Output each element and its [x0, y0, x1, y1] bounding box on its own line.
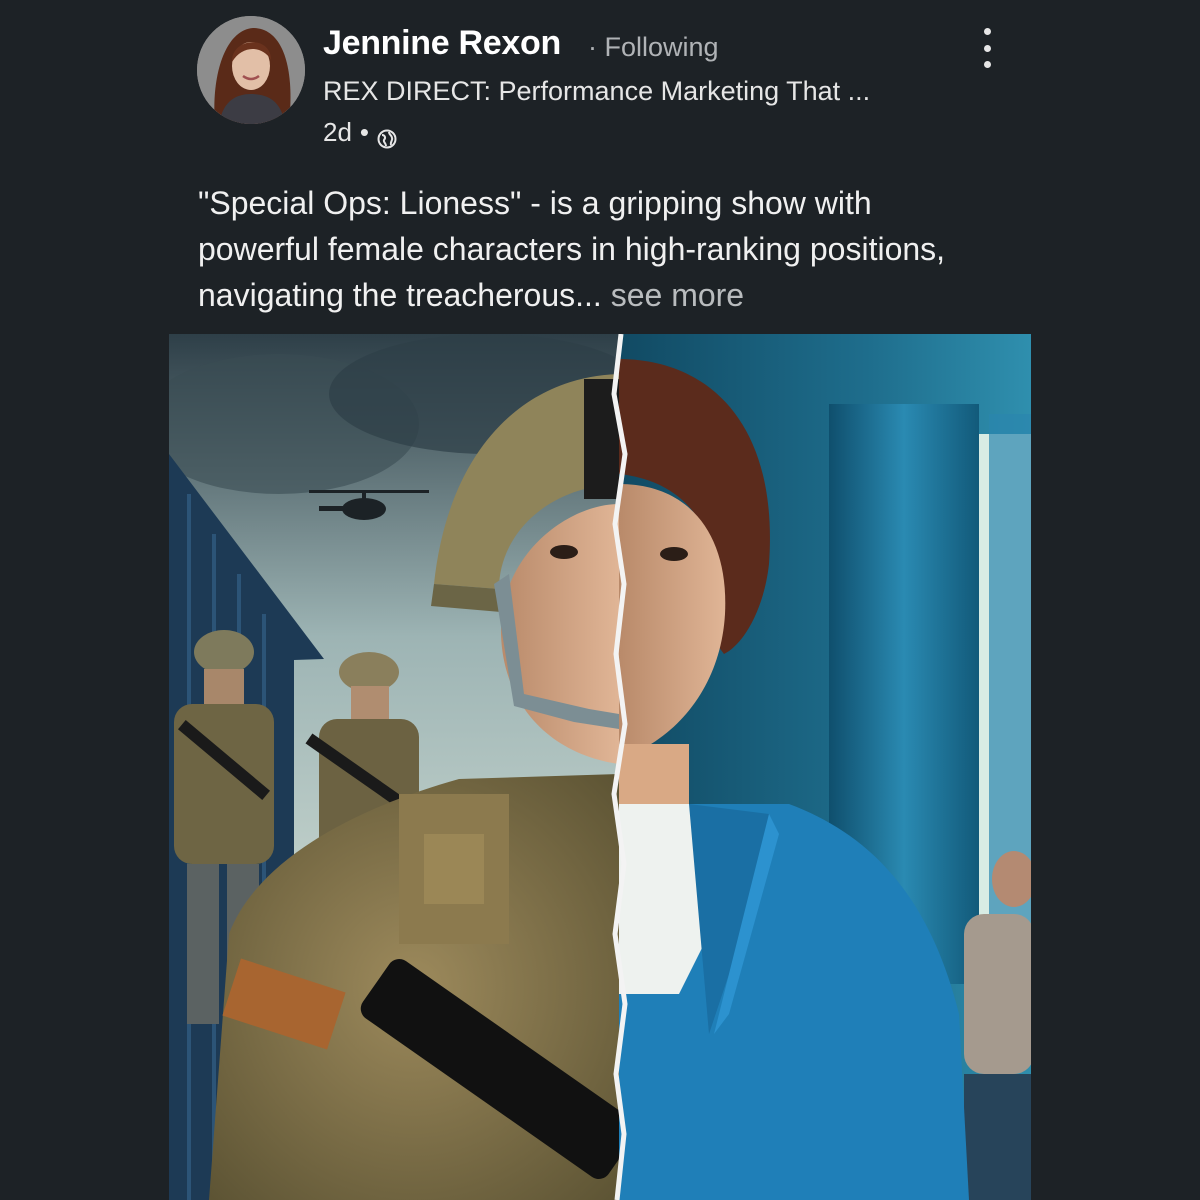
author-avatar[interactable] — [197, 16, 305, 124]
globe-icon — [377, 125, 397, 148]
meta-separator: • — [359, 117, 370, 147]
see-more-link[interactable]: see more — [611, 277, 744, 313]
menu-dot — [983, 44, 991, 52]
follow-status-label: Following — [604, 32, 719, 62]
post-body: "Special Ops: Lioness" - is a gripping s… — [198, 185, 946, 313]
post-image[interactable] — [169, 334, 1031, 1200]
more-vertical-icon[interactable] — [970, 26, 1004, 70]
author-headline: REX DIRECT: Performance Marketing That .… — [323, 76, 871, 106]
post-timestamp: 2d — [323, 117, 352, 147]
menu-dot — [983, 28, 991, 35]
post-meta: 2d • — [323, 117, 397, 148]
author-name[interactable]: Jennine Rexon — [323, 24, 561, 63]
post-text: "Special Ops: Lioness" - is a gripping s… — [198, 180, 978, 318]
feed-post: Jennine Rexon · Following REX DIRECT: Pe… — [0, 0, 1200, 1200]
follow-status[interactable]: · Following — [588, 32, 719, 63]
menu-dot — [983, 61, 991, 68]
